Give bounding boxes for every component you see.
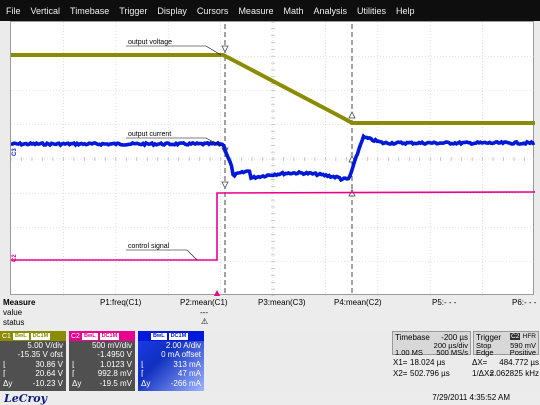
c2-bw-badge: BwL [81,332,98,340]
measure-status-label: status [3,318,25,327]
menu-math[interactable]: Math [283,6,303,16]
status-footer: LeCroy 7/29/2011 4:35:52 AM [0,391,540,405]
timebase-label: Timebase [395,333,430,342]
c3-bw-badge: BwL [150,332,167,340]
waveform-grid[interactable]: output voltage output current control si… [10,21,535,296]
cursor-x2-value: 502.796 µs [410,369,450,378]
grid-axis-ticks [11,22,525,296]
c3-id: C3 [140,332,149,340]
timebase-samples: 1.00 MS [395,348,423,357]
c2-row-label: ⌈ [72,369,76,379]
measure-p5[interactable]: P5:- - - [432,298,456,307]
timebase-rate: 500 MS/s [436,348,468,357]
c3-cursor1: 313 mA [173,359,201,369]
output-current-label: output current [128,131,171,138]
menu-utilities[interactable]: Utilities [357,6,386,16]
menu-trigger[interactable]: Trigger [119,6,147,16]
trigger-coupling: HFR [522,333,536,340]
cursor-x2-label: X2= [393,369,408,378]
c2-row-label: ⌊ [72,359,76,369]
c2-coupling-badge: DC1M [99,332,120,340]
measure-p2-value: --- [200,308,208,317]
c1-id: C1 [2,332,11,340]
c1-bw-badge: BwL [12,332,29,340]
menu-analysis[interactable]: Analysis [313,6,347,16]
menu-file[interactable]: File [6,6,21,16]
cursor-dx-label: ΔX= [472,358,488,367]
measure-p3[interactable]: P3:mean(C3) [258,298,306,307]
c3-offset: 0 mA offset [161,350,201,360]
menu-help[interactable]: Help [396,6,415,16]
channel-box-c3[interactable]: C3 BwL DC1M 2.00 A/div 0 mA offset ⌊ 313 … [138,331,204,391]
measure-p2-status-warning-icon: ⚠ [201,317,209,326]
control-signal-leader [126,249,198,261]
measure-p2[interactable]: P2:mean(C1) [180,298,228,307]
menu-timebase[interactable]: Timebase [70,6,109,16]
c3-adiv: 2.00 A/div [165,341,201,350]
c3-row-label: ⌊ [141,359,145,369]
c1-vdiv: 5.00 V/div [27,341,63,350]
c2-row-label: Δy [72,378,82,388]
c1-row-label: ⌈ [3,369,7,379]
measure-p4[interactable]: P4:mean(C2) [334,298,382,307]
menu-bar: File Vertical Timebase Trigger Display C… [0,0,540,21]
date-time: 7/29/2011 4:35:52 AM [432,393,510,402]
c2-vdiv: 500 mV/div [91,341,132,350]
c3-cursor2: 47 mA [177,369,201,379]
c3-ground-marker[interactable]: C3 [12,148,18,156]
c2-cursor2: 992.8 mV [97,369,132,379]
c2-id: C2 [71,332,80,340]
measure-p6[interactable]: P6:- - - [512,298,536,307]
timebase-trigger-panel: Timebase -200 µs 200 µs/div 1.00 MS 500 … [392,331,540,391]
waveform-display: output voltage output current control si… [11,22,535,296]
cursor-dx-value: 484.772 µs [499,358,539,367]
c1-delta: -10.23 V [32,378,63,388]
measure-p1[interactable]: P1:freq(C1) [100,298,141,307]
channel-box-c1[interactable]: C1 BwL DC1M 5.00 V/div -15.35 V ofst ⌊ 30… [0,331,66,391]
trigger-source: C2 [510,333,521,340]
trigger-slope: Positive [509,348,536,357]
c2-ground-marker[interactable]: C2 [12,254,18,262]
trigger-box[interactable]: Trigger C2 HFR Stop 590 mV Edge Positive [473,331,539,357]
lecroy-logo: LeCroy [4,392,48,405]
trigger-type: Edge [476,348,494,357]
c2-cursor1: 1.0123 V [99,359,132,369]
c1-cursor1: 30.86 V [35,359,63,369]
cursor-x1-label: X1= [393,358,408,367]
measure-title: Measure [3,298,36,307]
c3-row-label: Δy [141,378,151,388]
c1-row-label: Δy [3,378,13,388]
control-signal-label: control signal [128,243,170,250]
measure-value-label: value [3,308,23,317]
menu-measure[interactable]: Measure [238,6,273,16]
c2-offset: -1.4950 V [97,350,132,360]
c1-coupling-badge: DC1M [30,332,51,340]
timebase-box[interactable]: Timebase -200 µs 200 µs/div 1.00 MS 500 … [392,331,471,357]
c1-offset: -15.35 V ofst [17,350,63,360]
c3-coupling-badge: DC1M [168,332,189,340]
channel-box-c2[interactable]: C2 BwL DC1M 500 mV/div -1.4950 V ⌊ 1.0123… [69,331,135,391]
c3-row-label: ⌈ [141,369,145,379]
menu-vertical[interactable]: Vertical [31,6,61,16]
measure-panel: Measure value status P1:freq(C1) P2:mean… [0,296,540,330]
c2-delta: -19.5 mV [99,378,132,388]
cursor-inv-value: 2.062825 kHz [489,369,539,378]
menu-cursors[interactable]: Cursors [197,6,229,16]
menu-display[interactable]: Display [157,6,187,16]
output-voltage-label: output voltage [128,39,172,46]
cursor-x1-value: 18.024 µs [410,358,446,367]
c1-cursor2: 20.64 V [35,369,63,379]
c3-delta: -266 mA [170,378,201,388]
c1-row-label: ⌊ [3,359,7,369]
